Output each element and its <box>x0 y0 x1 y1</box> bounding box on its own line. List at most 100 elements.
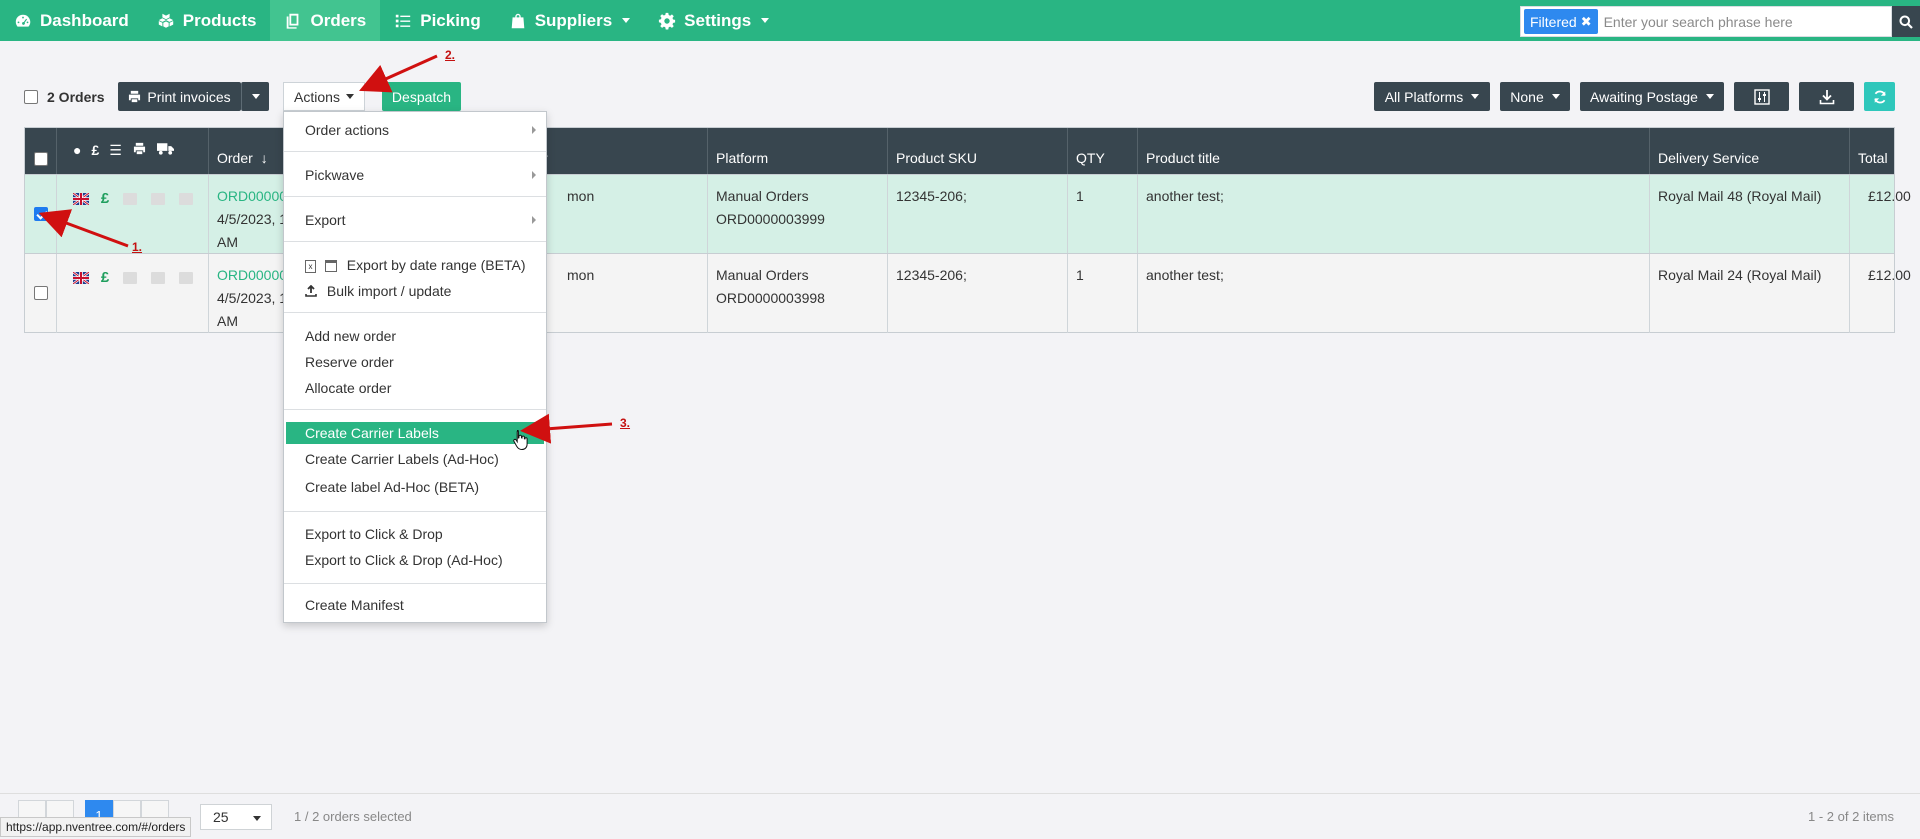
row-select-cell <box>25 254 56 333</box>
menu-divider <box>284 196 546 197</box>
menu-pickwave-label: Pickwave <box>305 167 365 183</box>
total-value: £12.00 <box>1868 188 1911 204</box>
filtered-badge[interactable]: Filtered ✖ <box>1524 9 1598 34</box>
header-qty[interactable]: QTY <box>1067 128 1137 174</box>
uk-flag-icon <box>73 193 89 206</box>
nav-orders[interactable]: Orders <box>270 0 381 41</box>
dashboard-icon <box>15 14 31 27</box>
sku-cell: 12345-206; <box>887 175 1067 254</box>
row-select-checkbox[interactable] <box>34 286 48 300</box>
nav-suppliers[interactable]: Suppliers <box>495 0 644 41</box>
search-box: Filtered ✖ <box>1520 6 1892 37</box>
header-delivery[interactable]: Delivery Service <box>1649 128 1849 174</box>
header-total[interactable]: Total <box>1849 128 1896 174</box>
menu-add-order[interactable]: Add new order <box>284 325 546 347</box>
sku-value: 12345-206; <box>896 188 967 204</box>
row-icons-cell: £ <box>56 254 208 333</box>
nav-picking[interactable]: Picking <box>380 0 494 41</box>
menu-export-click-drop[interactable]: Export to Click & Drop <box>284 523 546 545</box>
pager-bar <box>0 793 1920 839</box>
menu-export-click-drop-adhoc-label: Export to Click & Drop (Ad-Hoc) <box>305 552 503 568</box>
qty-cell: 1 <box>1067 175 1137 254</box>
menu-export-by-date-label: Export by date range (BETA) <box>346 257 526 273</box>
list-icon <box>123 272 138 285</box>
header-select-checkbox[interactable] <box>33 152 48 166</box>
header-title[interactable]: Product title <box>1137 128 1649 174</box>
pound-icon: £ <box>100 190 110 207</box>
truck-icon <box>178 193 193 206</box>
nav-products[interactable]: Products <box>143 0 271 41</box>
customer-cell: mon <box>538 175 707 254</box>
row-select-checkbox[interactable] <box>34 207 48 221</box>
menu-divider <box>284 241 546 242</box>
customer-name: mon <box>567 267 595 283</box>
row-select-cell <box>25 175 56 254</box>
total-cell: £12.00 <box>1849 254 1911 333</box>
menu-create-label-adhoc-beta[interactable]: Create label Ad-Hoc (BETA) <box>284 476 546 498</box>
close-icon[interactable]: ✖ <box>1581 14 1592 30</box>
annotation-label-2: 2. <box>445 48 456 62</box>
refresh-button[interactable] <box>1864 82 1895 111</box>
platforms-filter[interactable]: All Platforms <box>1374 82 1490 111</box>
header-total-label: Total <box>1858 150 1888 166</box>
menu-export-by-date[interactable]: x Export by date range (BETA) <box>284 254 546 276</box>
menu-divider <box>284 151 546 152</box>
menu-export-click-drop-label: Export to Click & Drop <box>305 526 443 542</box>
menu-pickwave[interactable]: Pickwave <box>284 164 546 186</box>
menu-export[interactable]: Export <box>284 209 546 231</box>
menu-export-click-drop-adhoc[interactable]: Export to Click & Drop (Ad-Hoc) <box>284 549 546 571</box>
search-button[interactable] <box>1892 6 1920 37</box>
title-cell: another test; <box>1137 175 1649 254</box>
header-sku[interactable]: Product SKU <box>887 128 1067 174</box>
title-value: another test; <box>1146 267 1224 283</box>
chevron-right-icon <box>532 126 536 134</box>
header-customer[interactable]: r <box>538 128 707 174</box>
header-order-label: Order <box>217 150 253 166</box>
qty-cell: 1 <box>1067 254 1137 333</box>
orders-icon <box>287 13 299 29</box>
actions-label: Actions <box>294 88 340 105</box>
status-filter[interactable]: Awaiting Postage <box>1580 82 1724 111</box>
customer-cell: mon <box>538 254 707 333</box>
menu-create-carrier-labels-label: Create Carrier Labels <box>305 425 439 441</box>
nav-settings-label: Settings <box>684 10 752 30</box>
search-icon <box>1899 15 1913 29</box>
actions-button[interactable]: Actions <box>283 82 365 111</box>
menu-divider <box>284 312 546 313</box>
header-platform[interactable]: Platform <box>707 128 887 174</box>
menu-create-manifest[interactable]: Create Manifest <box>284 594 546 616</box>
page-size-select[interactable]: 25 <box>200 804 272 830</box>
nav-settings[interactable]: Settings <box>644 0 783 41</box>
sku-value: 12345-206; <box>896 267 967 283</box>
qty-value: 1 <box>1076 267 1084 283</box>
nav-dashboard[interactable]: Dashboard <box>0 0 143 41</box>
menu-allocate-order[interactable]: Allocate order <box>284 377 546 399</box>
chevron-right-icon <box>532 171 536 179</box>
menu-divider <box>284 511 546 512</box>
print-invoices-dropdown[interactable] <box>241 82 269 111</box>
column-settings-button[interactable] <box>1734 82 1789 111</box>
menu-order-actions[interactable]: Order actions <box>284 119 546 141</box>
menu-create-carrier-labels-adhoc[interactable]: Create Carrier Labels (Ad-Hoc) <box>284 448 546 470</box>
header-title-label: Product title <box>1146 150 1220 166</box>
print-invoices-button[interactable]: Print invoices <box>118 82 241 111</box>
gear-icon <box>659 12 676 29</box>
delivery-value: Royal Mail 24 (Royal Mail) <box>1658 267 1822 283</box>
select-all-checkbox[interactable] <box>24 90 38 104</box>
document-icon <box>151 193 166 206</box>
search-input[interactable] <box>1597 7 1891 36</box>
list-icon <box>396 14 411 27</box>
menu-divider <box>284 583 546 584</box>
download-button[interactable] <box>1799 82 1854 111</box>
chevron-down-icon <box>1471 94 1480 99</box>
menu-bulk-import[interactable]: Bulk import / update <box>284 280 546 302</box>
menu-create-carrier-labels[interactable]: Create Carrier Labels <box>286 422 544 444</box>
annotation-label-1: 1. <box>132 240 143 254</box>
nav-suppliers-label: Suppliers <box>534 10 613 30</box>
tag-filter[interactable]: None <box>1500 82 1570 111</box>
nav-products-label: Products <box>182 10 257 30</box>
chevron-down-icon <box>761 18 770 23</box>
despatch-button[interactable]: Despatch <box>382 82 461 111</box>
total-value: £12.00 <box>1868 267 1911 283</box>
menu-reserve-order[interactable]: Reserve order <box>284 351 546 373</box>
